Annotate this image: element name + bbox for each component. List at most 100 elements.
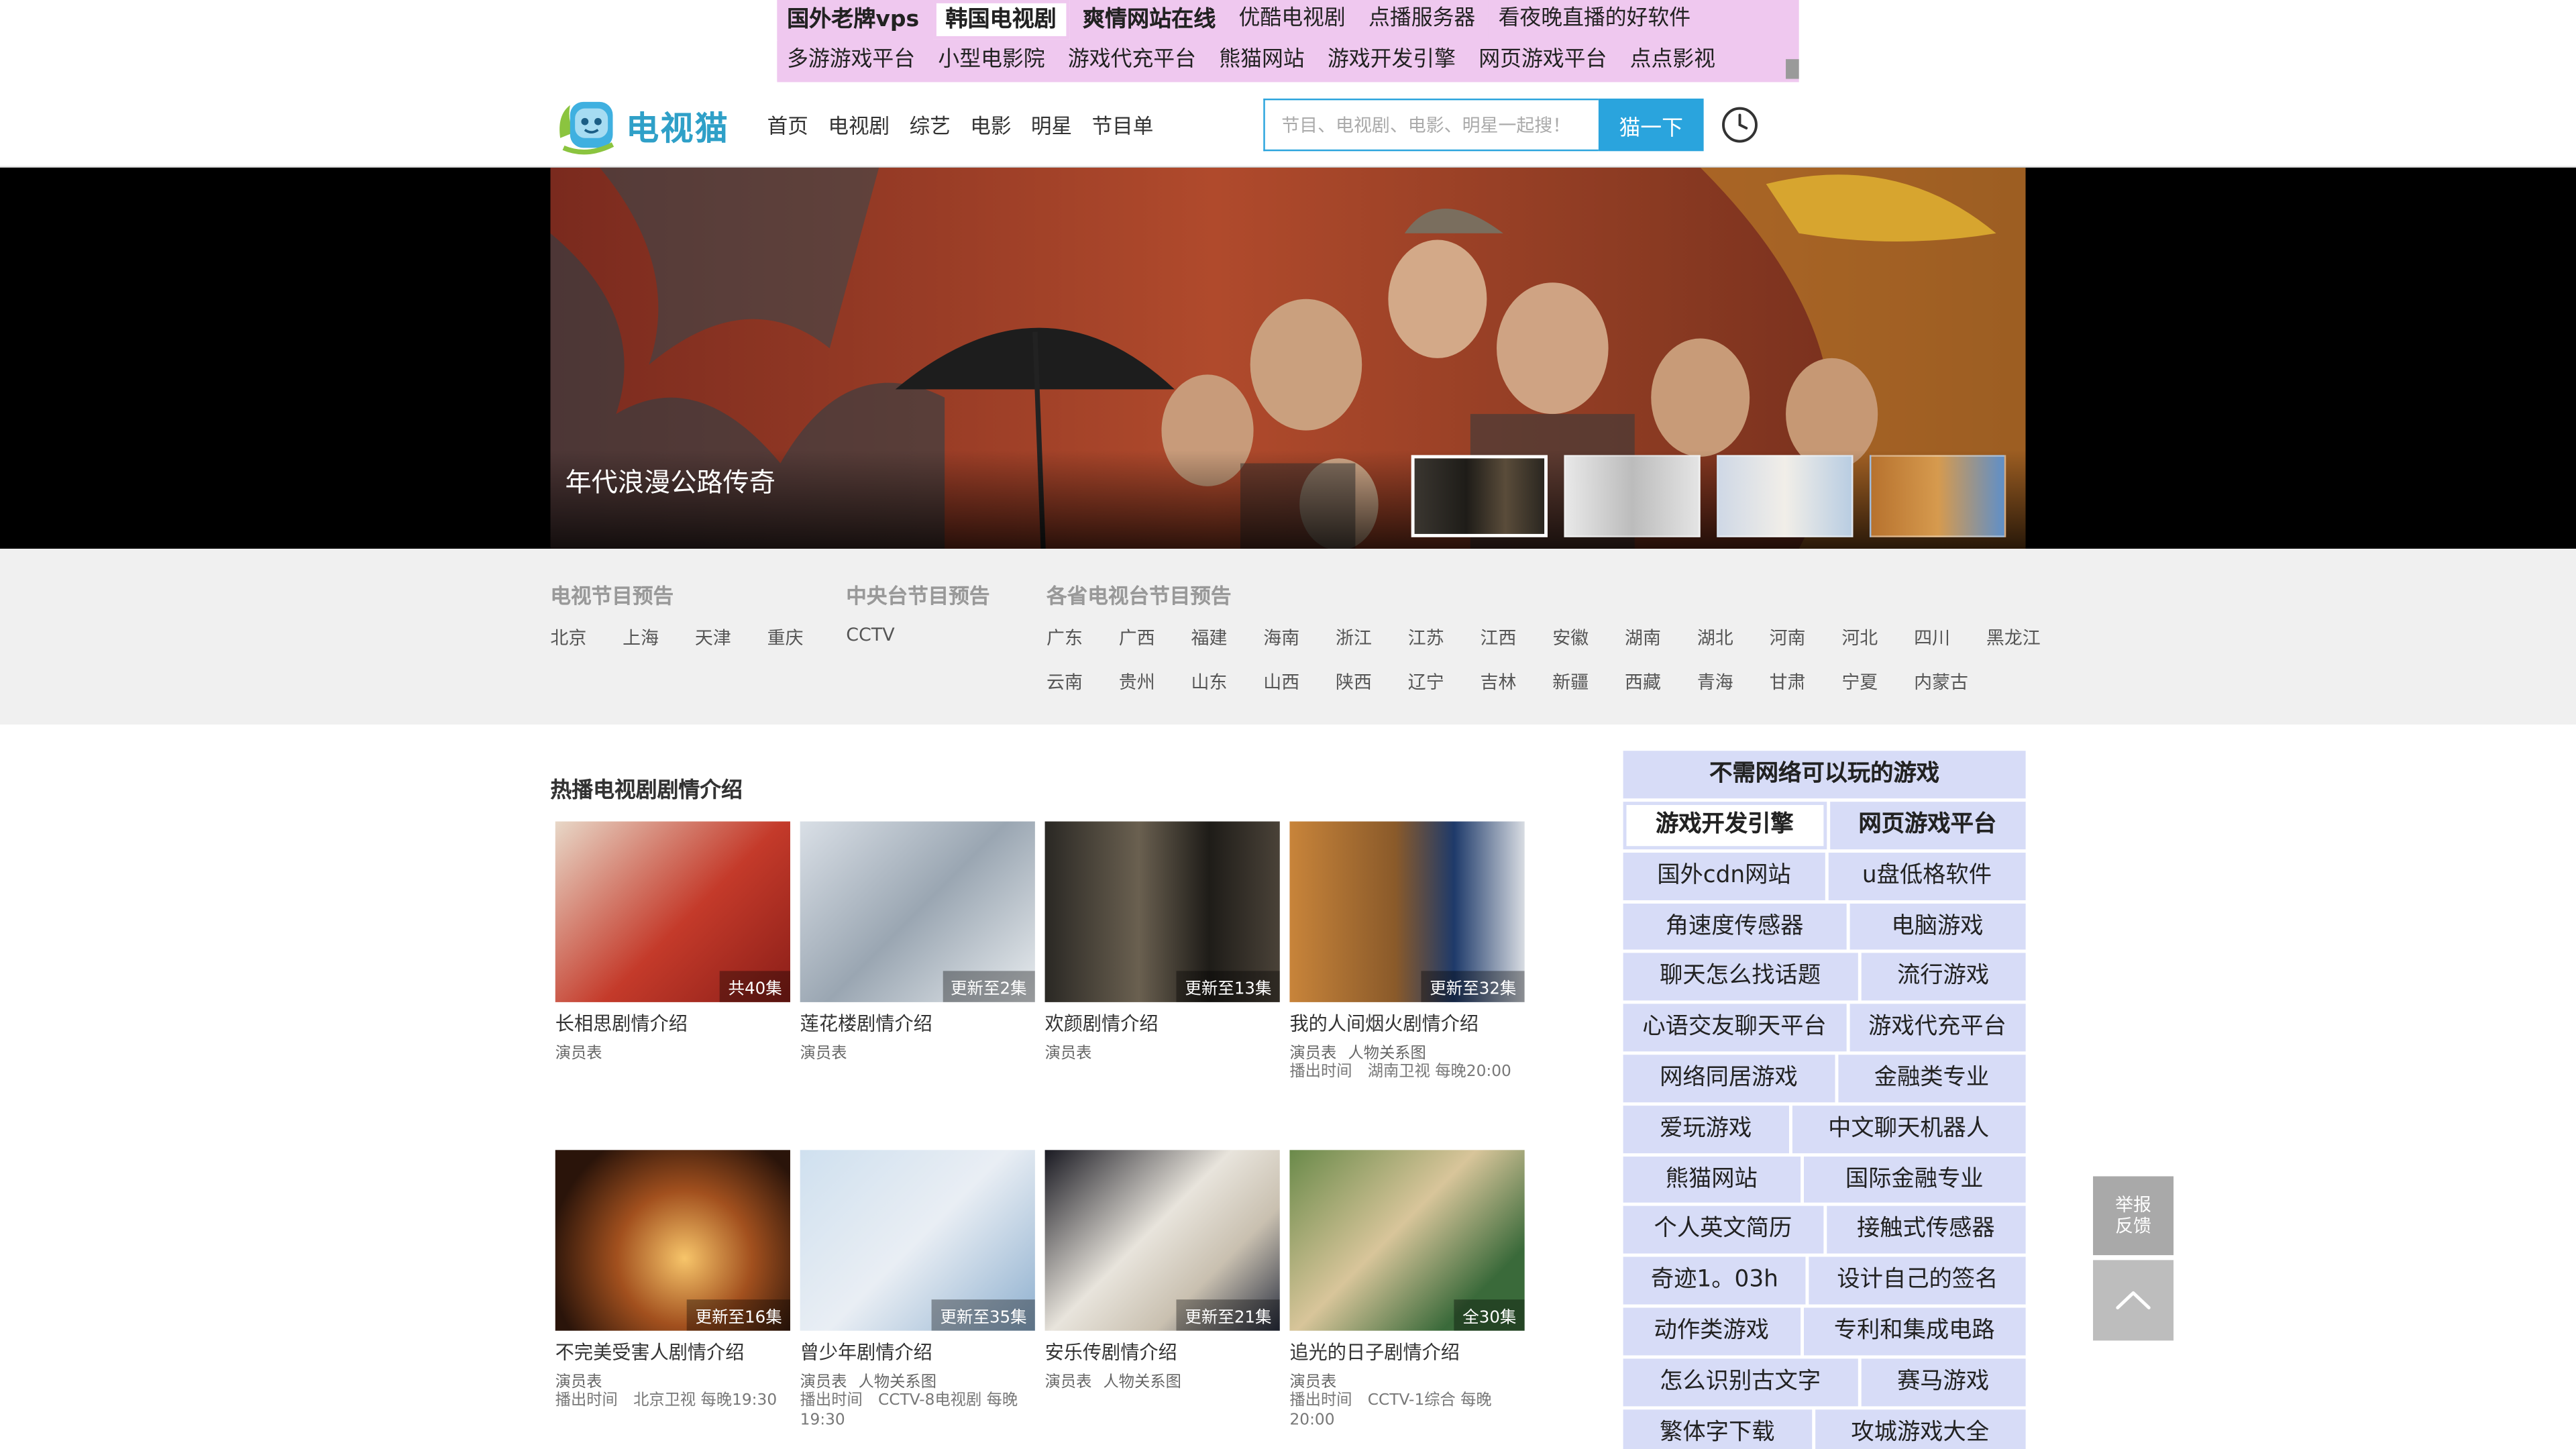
offline-game-link[interactable]: 赛马游戏 <box>1860 1358 2026 1406</box>
offline-game-link[interactable]: 爱玩游戏 <box>1623 1105 1788 1153</box>
schedule-link[interactable]: 四川 <box>1914 625 1950 653</box>
schedule-link[interactable]: 天津 <box>695 625 731 653</box>
drama-poster[interactable]: 更新至2集 <box>800 821 1035 1002</box>
offline-game-link[interactable]: 国外cdn网站 <box>1623 852 1825 900</box>
drama-sub-link[interactable]: 人物关系图 <box>1104 1368 1181 1391</box>
drama-sub-link[interactable]: 演员表 <box>555 1368 602 1391</box>
drama-poster[interactable]: 共40集 <box>555 821 790 1002</box>
schedule-link[interactable]: 山东 <box>1191 669 1228 697</box>
drama-title-link[interactable]: 追光的日子剧情介绍 <box>1289 1339 1524 1365</box>
drama-poster[interactable]: 全30集 <box>1289 1150 1525 1331</box>
schedule-link[interactable]: 吉林 <box>1481 669 1517 697</box>
drama-title-link[interactable]: 莲花楼剧情介绍 <box>800 1010 1035 1036</box>
back-to-top-button[interactable] <box>2093 1260 2174 1341</box>
schedule-link[interactable]: 海南 <box>1263 625 1299 653</box>
drama-sub-link[interactable]: 演员表 <box>1045 1368 1092 1391</box>
site-logo[interactable]: 电视猫 <box>553 89 737 161</box>
schedule-link[interactable]: 广西 <box>1119 625 1155 653</box>
drama-title-link[interactable]: 我的人间烟火剧情介绍 <box>1289 1010 1524 1036</box>
offline-game-link[interactable]: 奇迹1。03h <box>1623 1256 1807 1305</box>
offline-game-link[interactable]: 金融类专业 <box>1837 1055 2026 1102</box>
drama-poster[interactable]: 更新至16集 <box>555 1150 790 1331</box>
schedule-link[interactable]: 内蒙古 <box>1914 669 1968 697</box>
drama-title-link[interactable]: 欢颜剧情介绍 <box>1045 1010 1280 1036</box>
schedule-link[interactable]: 西藏 <box>1625 669 1661 697</box>
schedule-link[interactable]: 浙江 <box>1336 625 1372 653</box>
offline-game-link[interactable]: 怎么识别古文字 <box>1623 1358 1858 1406</box>
schedule-link[interactable]: 湖南 <box>1625 625 1661 653</box>
ad-link[interactable]: 优酷电视剧 <box>1228 0 1356 40</box>
schedule-link[interactable]: 上海 <box>623 625 659 653</box>
ad-link[interactable]: 游戏代充平台 <box>1058 41 1206 81</box>
schedule-link[interactable]: 黑龙江 <box>1986 625 2041 653</box>
offline-game-link[interactable]: 电脑游戏 <box>1849 902 2026 951</box>
report-feedback-button[interactable]: 举报 反馈 <box>2093 1176 2174 1256</box>
ad-link[interactable]: 多游游戏平台 <box>777 41 925 81</box>
drama-sub-link[interactable]: 演员表 <box>1045 1040 1092 1063</box>
drama-poster[interactable]: 更新至32集 <box>1289 821 1525 1002</box>
schedule-link[interactable]: 山西 <box>1263 669 1299 697</box>
nav-item[interactable]: 首页 <box>767 109 808 140</box>
drama-title-link[interactable]: 长相思剧情介绍 <box>555 1010 790 1036</box>
nav-item[interactable]: 电影 <box>970 109 1011 140</box>
schedule-link[interactable]: 陕西 <box>1336 669 1372 697</box>
drama-sub-link[interactable]: 演员表 <box>800 1040 847 1063</box>
banner-thumb-3[interactable] <box>1717 455 1854 537</box>
offline-game-link[interactable]: 熊猫网站 <box>1623 1156 1800 1203</box>
schedule-link[interactable]: 贵州 <box>1119 669 1155 697</box>
schedule-link[interactable]: 云南 <box>1046 669 1083 697</box>
ad-link[interactable]: 点点影视 <box>1619 41 1725 81</box>
schedule-link[interactable]: 新疆 <box>1552 669 1589 697</box>
schedule-link[interactable]: 安徽 <box>1552 625 1589 653</box>
ad-link[interactable]: 看夜晚直播的好软件 <box>1488 0 1701 40</box>
offline-game-link[interactable]: 动作类游戏 <box>1623 1307 1800 1355</box>
drama-title-link[interactable]: 安乐传剧情介绍 <box>1045 1339 1280 1365</box>
schedule-link[interactable]: 河南 <box>1770 625 1806 653</box>
drama-sub-link[interactable]: 演员表 <box>1289 1040 1336 1063</box>
offline-game-link[interactable]: 接触式传感器 <box>1826 1206 2026 1254</box>
schedule-link[interactable]: 宁夏 <box>1841 669 1878 697</box>
drama-sub-link[interactable]: 演员表 <box>800 1368 847 1391</box>
offline-game-link[interactable]: 网页游戏平台 <box>1829 802 2026 849</box>
ad-link[interactable]: 网页游戏平台 <box>1468 41 1617 81</box>
offline-game-link[interactable]: 攻城游戏大全 <box>1814 1409 2026 1449</box>
schedule-link[interactable]: CCTV <box>846 625 895 653</box>
drama-sub-link[interactable]: 人物关系图 <box>859 1368 936 1391</box>
offline-game-link[interactable]: 聊天怎么找话题 <box>1623 953 1858 1001</box>
ad-link[interactable]: 韩国电视剧 <box>932 0 1070 40</box>
banner-title[interactable]: 年代浪漫公路传奇 <box>565 460 775 500</box>
offline-game-link[interactable]: u盘低格软件 <box>1828 852 2026 900</box>
drama-poster[interactable]: 更新至21集 <box>1044 1150 1280 1331</box>
offline-game-link[interactable]: 专利和集成电路 <box>1803 1307 2026 1355</box>
schedule-link[interactable]: 福建 <box>1191 625 1228 653</box>
schedule-link[interactable]: 青海 <box>1697 669 1733 697</box>
drama-sub-link[interactable]: 演员表 <box>1289 1368 1336 1391</box>
nav-item[interactable]: 综艺 <box>910 109 951 140</box>
banner-thumb-1[interactable] <box>1411 455 1548 537</box>
nav-item[interactable]: 电视剧 <box>828 109 890 140</box>
offline-game-link[interactable]: 中文聊天机器人 <box>1791 1105 2026 1153</box>
ad-link[interactable]: 熊猫网站 <box>1209 41 1315 81</box>
offline-game-link[interactable]: 个人英文简历 <box>1623 1206 1823 1254</box>
history-clock-icon[interactable] <box>1720 105 1760 145</box>
schedule-link[interactable]: 湖北 <box>1697 625 1733 653</box>
search-button[interactable]: 猫一下 <box>1598 98 1704 152</box>
drama-sub-link[interactable]: 人物关系图 <box>1348 1040 1426 1063</box>
offline-game-link[interactable]: 国际金融专业 <box>1803 1156 2026 1203</box>
offline-game-link[interactable]: 繁体字下载 <box>1623 1409 1812 1449</box>
drama-title-link[interactable]: 不完美受害人剧情介绍 <box>555 1339 790 1365</box>
offline-game-link[interactable]: 网络同居游戏 <box>1623 1055 1835 1102</box>
offline-game-link[interactable]: 游戏代充平台 <box>1849 1004 2026 1052</box>
nav-item[interactable]: 明星 <box>1031 109 1072 140</box>
ad-link[interactable]: 游戏开发引擎 <box>1318 41 1466 81</box>
offline-game-link[interactable]: 设计自己的签名 <box>1809 1256 2026 1305</box>
schedule-link[interactable]: 北京 <box>550 625 586 653</box>
banner-carousel[interactable]: 年代浪漫公路传奇 <box>550 167 2026 549</box>
ad-link[interactable]: 国外老牌vps <box>777 0 929 40</box>
nav-item[interactable]: 节目单 <box>1092 109 1154 140</box>
offline-game-link[interactable]: 角速度传感器 <box>1623 902 1846 951</box>
ad-link[interactable]: 爽情网站在线 <box>1073 0 1226 40</box>
drama-poster[interactable]: 更新至35集 <box>800 1150 1035 1331</box>
schedule-link[interactable]: 甘肃 <box>1770 669 1806 697</box>
ad-link[interactable]: 点播服务器 <box>1358 0 1485 40</box>
